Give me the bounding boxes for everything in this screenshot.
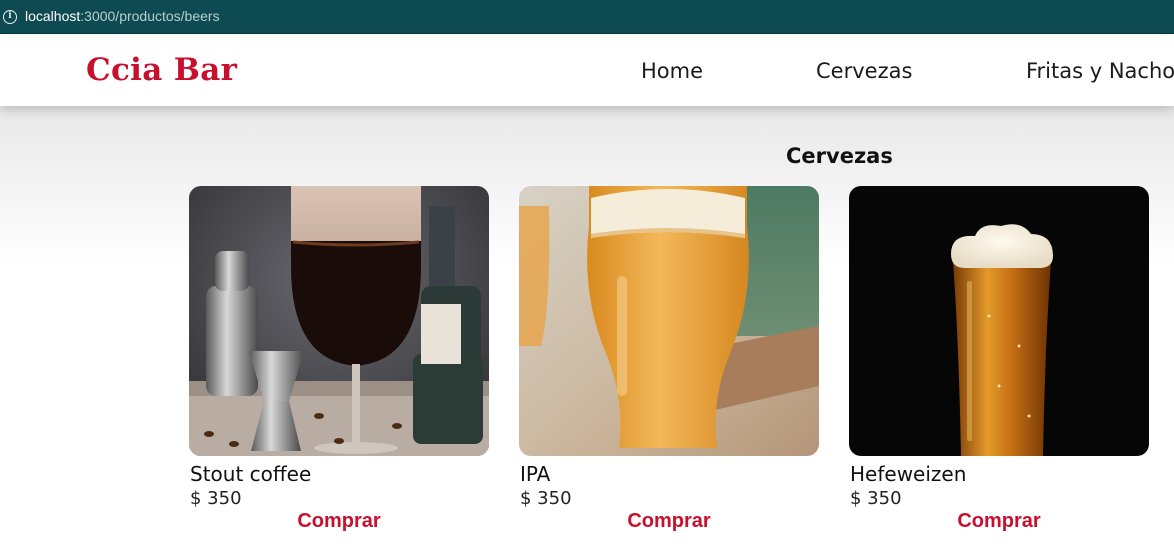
product-card: Stout coffee $ 350 Comprar bbox=[189, 186, 489, 536]
product-name: Stout coffee bbox=[190, 462, 312, 486]
product-name: Hefeweizen bbox=[850, 462, 967, 486]
buy-button[interactable]: Comprar bbox=[519, 510, 819, 533]
hefeweizen-photo bbox=[849, 186, 1149, 456]
buy-button[interactable]: Comprar bbox=[189, 510, 489, 533]
product-price: $ 350 bbox=[520, 488, 572, 509]
product-image-ipa bbox=[519, 186, 819, 456]
product-image-stout-coffee bbox=[189, 186, 489, 456]
url-path: :3000/productos/beers bbox=[80, 8, 220, 24]
product-name: IPA bbox=[520, 462, 551, 486]
main-content: Cervezas Stout coffee $ 350 Comprar IPA … bbox=[0, 106, 1174, 546]
nav-item-cervezas[interactable]: Cervezas bbox=[816, 59, 912, 83]
page-title: Cervezas bbox=[786, 144, 893, 168]
nav-item-home[interactable]: Home bbox=[641, 59, 703, 83]
nav-item-fritas-y-nachos[interactable]: Fritas y Nacho bbox=[1026, 59, 1174, 83]
buy-button[interactable]: Comprar bbox=[849, 510, 1149, 533]
product-price: $ 350 bbox=[850, 488, 902, 509]
site-header: Ccia Bar Home Cervezas Fritas y Nacho bbox=[0, 35, 1174, 106]
info-icon[interactable]: i bbox=[3, 10, 17, 24]
product-card: Hefeweizen $ 350 Comprar bbox=[849, 186, 1149, 536]
site-logo[interactable]: Ccia Bar bbox=[86, 52, 237, 88]
product-card: IPA $ 350 Comprar bbox=[519, 186, 819, 536]
ipa-photo bbox=[519, 186, 819, 456]
product-image-hefeweizen bbox=[849, 186, 1149, 456]
url-text[interactable]: localhost:3000/productos/beers bbox=[25, 8, 220, 24]
stout-coffee-photo bbox=[189, 186, 489, 456]
url-host: localhost bbox=[25, 8, 81, 24]
product-price: $ 350 bbox=[190, 488, 242, 509]
browser-address-bar[interactable]: i localhost:3000/productos/beers bbox=[0, 0, 1174, 34]
